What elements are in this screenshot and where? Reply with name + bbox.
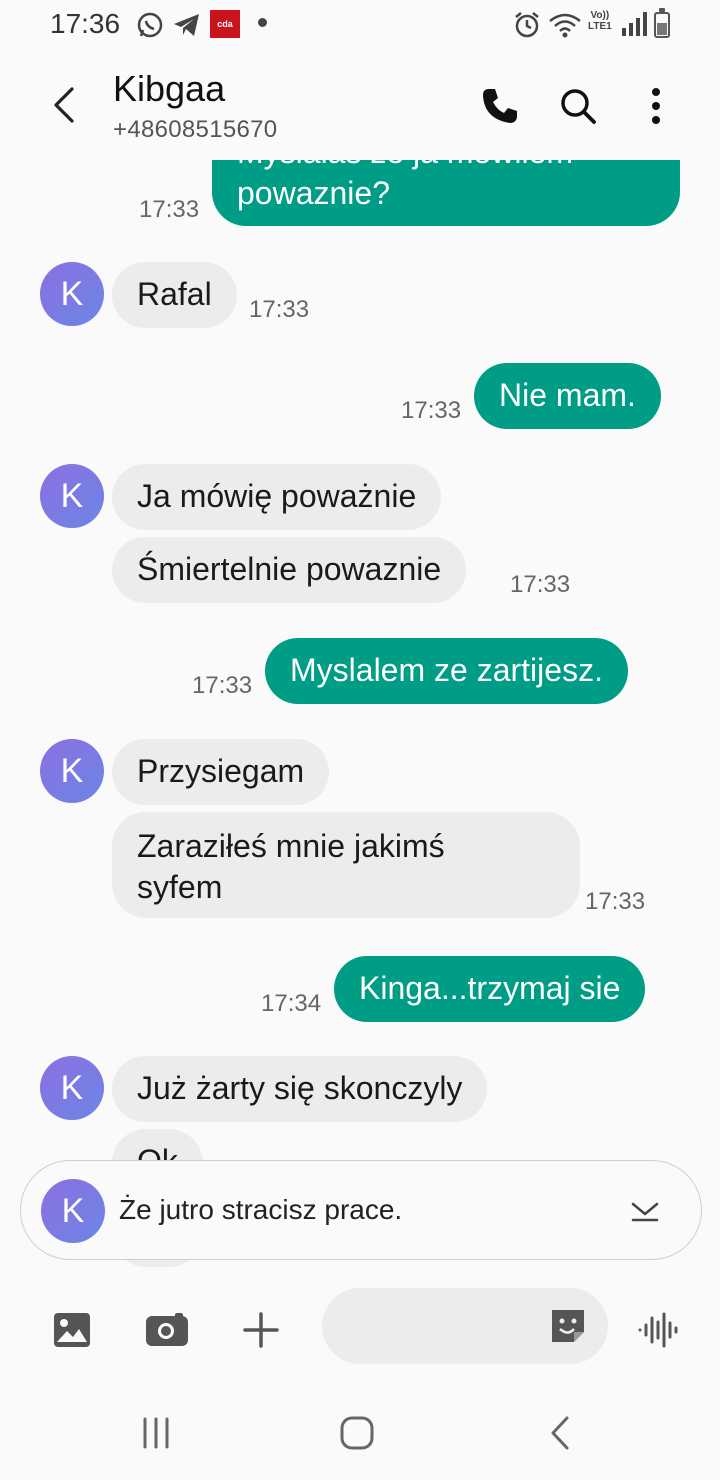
contact-avatar[interactable]: K xyxy=(40,464,104,528)
image-icon xyxy=(54,1313,90,1347)
more-notifications-dot xyxy=(258,18,267,27)
status-time: 17:36 xyxy=(50,8,121,39)
preview-text: Że jutro stracisz prace. xyxy=(119,1194,403,1225)
message-bubble-incoming[interactable]: Ja mówię poważnie xyxy=(112,464,442,530)
contact-avatar[interactable]: K xyxy=(40,262,104,326)
search-button[interactable] xyxy=(550,78,606,134)
message-bubble-incoming[interactable]: Rafal xyxy=(112,262,237,328)
camera-button[interactable] xyxy=(137,1300,197,1360)
message-composer xyxy=(0,1280,720,1380)
message-timestamp: 17:33 xyxy=(510,571,571,598)
battery-icon xyxy=(654,8,670,38)
cda-app-icon: cda xyxy=(210,10,240,38)
message-bubble-incoming[interactable]: Już żarty się skonczyly xyxy=(112,1056,488,1122)
message-bubble-incoming[interactable]: Przysiegam xyxy=(112,739,330,805)
gallery-button[interactable] xyxy=(42,1300,102,1360)
sticker-button[interactable] xyxy=(548,1306,588,1346)
search-icon xyxy=(561,89,596,124)
call-button[interactable] xyxy=(472,78,528,134)
alarm-icon xyxy=(512,10,542,40)
chevron-down-icon xyxy=(631,1202,659,1222)
message-timestamp: 17:33 xyxy=(249,296,310,323)
nav-back-button[interactable] xyxy=(530,1408,590,1458)
message-timestamp: 17:34 xyxy=(261,990,322,1017)
contact-number: +48608515670 xyxy=(113,116,278,143)
signal-icon xyxy=(622,12,647,36)
recents-icon xyxy=(143,1417,169,1449)
more-options-button[interactable] xyxy=(628,78,684,134)
message-timestamp: 17:33 xyxy=(401,397,462,424)
message-bubble-incoming[interactable]: Śmiertelnie powaznie xyxy=(112,537,467,603)
message-bubble-outgoing[interactable]: Kinga...trzymaj sie xyxy=(334,956,646,1022)
message-list[interactable]: Myslalas ze ja mowilem powaznie? 17:33 K… xyxy=(0,160,720,1290)
message-timestamp: 17:33 xyxy=(139,196,200,223)
phone-icon xyxy=(483,89,517,123)
message-timestamp: 17:33 xyxy=(585,888,646,915)
voice-wave-icon xyxy=(638,1312,678,1348)
attach-button[interactable] xyxy=(231,1300,291,1360)
scroll-to-bottom-button[interactable] xyxy=(621,1187,669,1235)
plus-icon xyxy=(243,1312,279,1348)
home-button[interactable] xyxy=(327,1408,387,1458)
contact-avatar[interactable]: K xyxy=(40,1056,104,1120)
wifi-icon xyxy=(548,10,582,40)
arrow-left-icon xyxy=(54,87,74,123)
latest-message-preview[interactable]: K Że jutro stracisz prace. xyxy=(20,1160,702,1260)
message-timestamp: 17:33 xyxy=(192,672,253,699)
system-navigation-bar xyxy=(0,1390,720,1480)
sticker-icon xyxy=(552,1310,584,1342)
more-vertical-icon xyxy=(652,88,660,124)
back-button[interactable] xyxy=(40,80,90,130)
message-bubble-outgoing[interactable]: Myslalas ze ja mowilem powaznie? xyxy=(212,160,680,226)
home-icon xyxy=(340,1416,374,1450)
status-bar: 17:36 cda Vo)) LTE1 xyxy=(0,0,720,50)
camera-icon xyxy=(146,1313,188,1346)
message-bubble-outgoing[interactable]: Nie mam. xyxy=(474,363,661,429)
message-bubble-incoming[interactable]: Zaraziłeś mnie jakimś syfem xyxy=(112,812,580,918)
message-bubble-outgoing[interactable]: Myslalem ze zartijesz. xyxy=(265,638,628,704)
contact-avatar[interactable]: K xyxy=(40,739,104,803)
network-type-label: Vo)) LTE1 xyxy=(588,10,612,32)
voice-button[interactable] xyxy=(628,1300,688,1360)
conversation-header: Kibgaa +48608515670 xyxy=(0,50,720,160)
whatsapp-icon xyxy=(136,10,164,40)
contact-avatar: K xyxy=(41,1179,105,1243)
nav-back-icon xyxy=(551,1416,569,1450)
recents-button[interactable] xyxy=(126,1408,186,1458)
telegram-icon xyxy=(172,10,202,40)
contact-name[interactable]: Kibgaa xyxy=(113,68,225,110)
